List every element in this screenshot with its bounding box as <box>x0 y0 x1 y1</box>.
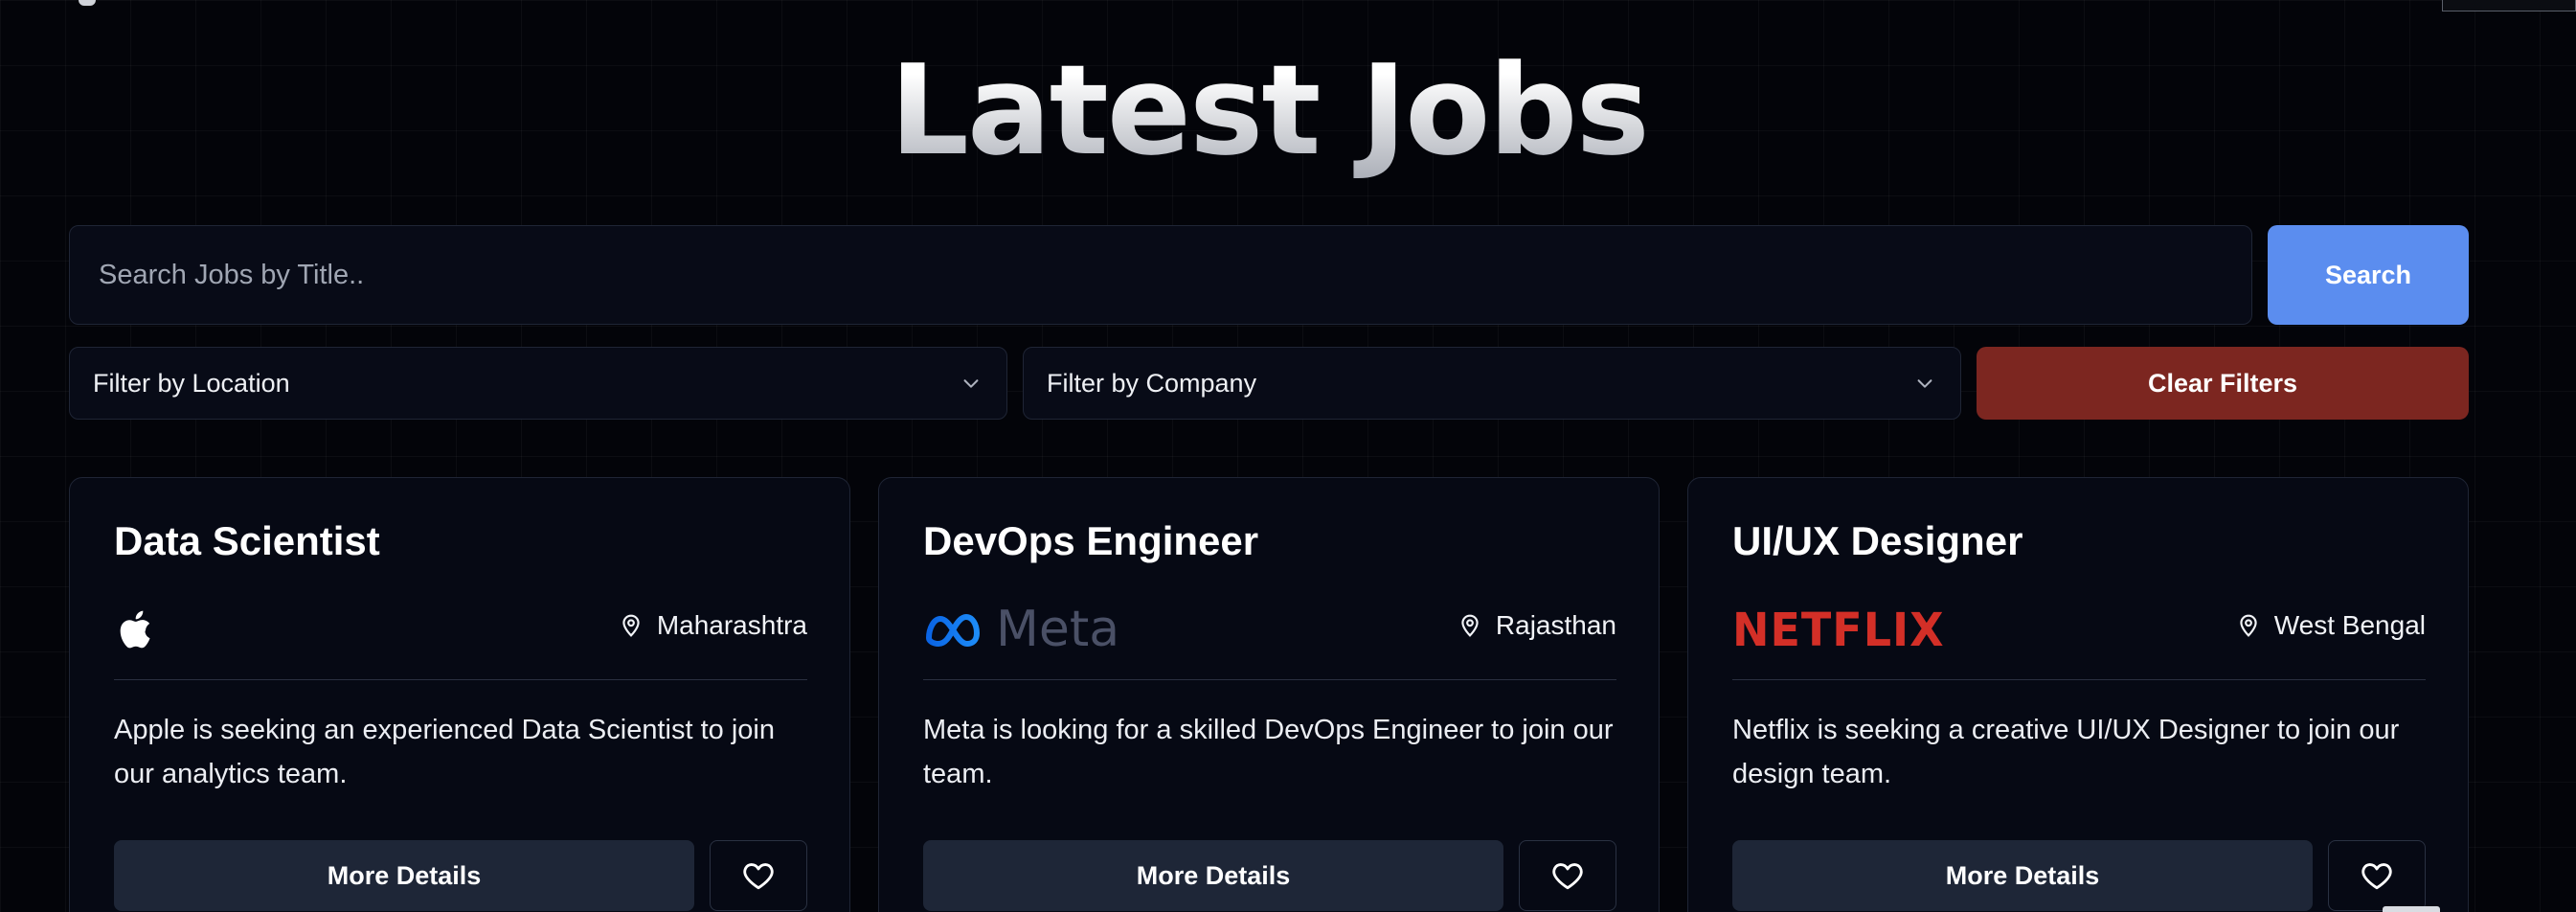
job-location-text: Maharashtra <box>656 610 807 640</box>
card-divider <box>114 679 807 680</box>
job-title: UI/UX Designer <box>1732 518 2023 563</box>
map-pin-icon <box>2240 614 2257 637</box>
job-card: UI/UX Designer NETFLIX West Bengal Netfl… <box>1687 477 2469 912</box>
job-location: Rajasthan <box>1457 610 1616 641</box>
clear-filters-button[interactable]: Clear Filters <box>1977 347 2469 420</box>
more-details-button[interactable]: More Details <box>923 840 1503 911</box>
save-job-button[interactable] <box>1519 840 1616 911</box>
netflix-wordmark: NETFLIX <box>1732 602 1945 657</box>
page-title: Latest Jobs <box>0 38 2538 182</box>
job-card: Data Scientist Maharashtra Apple is seek… <box>69 477 850 912</box>
top-right-control-fragment[interactable] <box>2442 0 2576 11</box>
job-title: DevOps Engineer <box>923 518 1259 563</box>
more-details-button[interactable]: More Details <box>114 840 694 911</box>
more-details-button[interactable]: More Details <box>1732 840 2313 911</box>
top-logo-fragment <box>79 0 96 6</box>
chevron-down-icon <box>963 379 979 388</box>
location-filter-select[interactable]: Filter by Location <box>69 347 1007 420</box>
job-description: Apple is seeking an experienced Data Sci… <box>114 715 775 789</box>
job-card: DevOps Engineer Meta Rajasthan Meta is l… <box>878 477 1660 912</box>
location-filter-label: Filter by Location <box>93 368 290 398</box>
company-filter-label: Filter by Company <box>1047 368 1257 398</box>
save-job-button[interactable] <box>710 840 807 911</box>
job-title: Data Scientist <box>114 518 380 563</box>
job-location-text: Rajasthan <box>1495 610 1616 640</box>
meta-infinity-icon <box>925 613 981 648</box>
company-filter-select[interactable]: Filter by Company <box>1023 347 1961 420</box>
card-divider <box>923 679 1616 680</box>
netflix-logo-icon: NETFLIX <box>1732 602 1945 657</box>
heart-icon <box>743 863 774 890</box>
heart-icon <box>2361 863 2392 890</box>
search-input[interactable] <box>69 225 2252 325</box>
chevron-down-icon <box>1917 379 1932 388</box>
map-pin-icon <box>1461 614 1479 637</box>
job-location: Maharashtra <box>619 610 807 641</box>
save-job-button[interactable] <box>2328 840 2426 911</box>
job-description: Meta is looking for a skilled DevOps Eng… <box>923 715 1614 789</box>
apple-logo-icon <box>114 603 152 656</box>
job-location: West Bengal <box>2236 610 2426 641</box>
meta-wordmark: Meta <box>996 601 1120 658</box>
job-description: Netflix is seeking a creative UI/UX Desi… <box>1732 715 2400 789</box>
meta-logo-icon: Meta <box>923 601 1120 658</box>
heart-icon <box>1552 863 1583 890</box>
card-divider <box>1732 679 2426 680</box>
search-button[interactable]: Search <box>2268 225 2469 325</box>
map-pin-icon <box>622 614 640 637</box>
scroll-indicator[interactable] <box>2383 906 2440 912</box>
job-location-text: West Bengal <box>2273 610 2426 640</box>
